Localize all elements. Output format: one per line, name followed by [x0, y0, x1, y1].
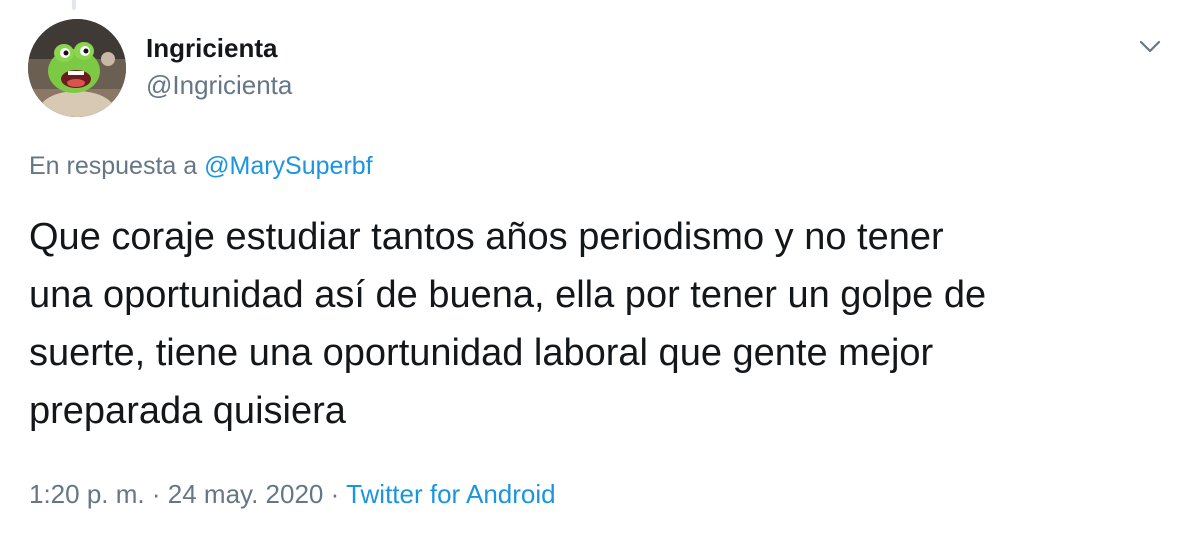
tweet-source-link[interactable]: Twitter for Android	[346, 479, 556, 509]
chevron-down-icon	[1139, 40, 1161, 53]
reply-mention-link[interactable]: @MarySuperbf	[204, 152, 373, 180]
tweet-metadata: 1:20 p. m. · 24 may. 2020 · Twitter for …	[29, 477, 556, 511]
username-handle[interactable]: @Ingricienta	[146, 70, 292, 100]
tweet-header: Ingricienta @Ingricienta	[28, 19, 1170, 117]
display-name[interactable]: Ingricienta	[146, 33, 292, 63]
thread-connector-line	[72, 0, 76, 10]
tweet-time[interactable]: 1:20 p. m.	[29, 479, 145, 509]
reply-prefix: En respuesta a	[29, 152, 198, 180]
tweet-menu-button[interactable]	[1130, 27, 1170, 67]
reply-context: En respuesta a @MarySuperbf	[29, 150, 373, 182]
avatar[interactable]	[28, 19, 126, 117]
tweet-date[interactable]: 24 may. 2020	[168, 479, 324, 509]
meta-separator: ·	[151, 479, 161, 509]
meta-separator: ·	[330, 479, 340, 509]
cartoon-character-avatar-image	[28, 19, 126, 117]
author-names: Ingricienta @Ingricienta	[146, 33, 292, 100]
tweet-text: Que coraje estudiar tantos años periodis…	[29, 216, 987, 432]
